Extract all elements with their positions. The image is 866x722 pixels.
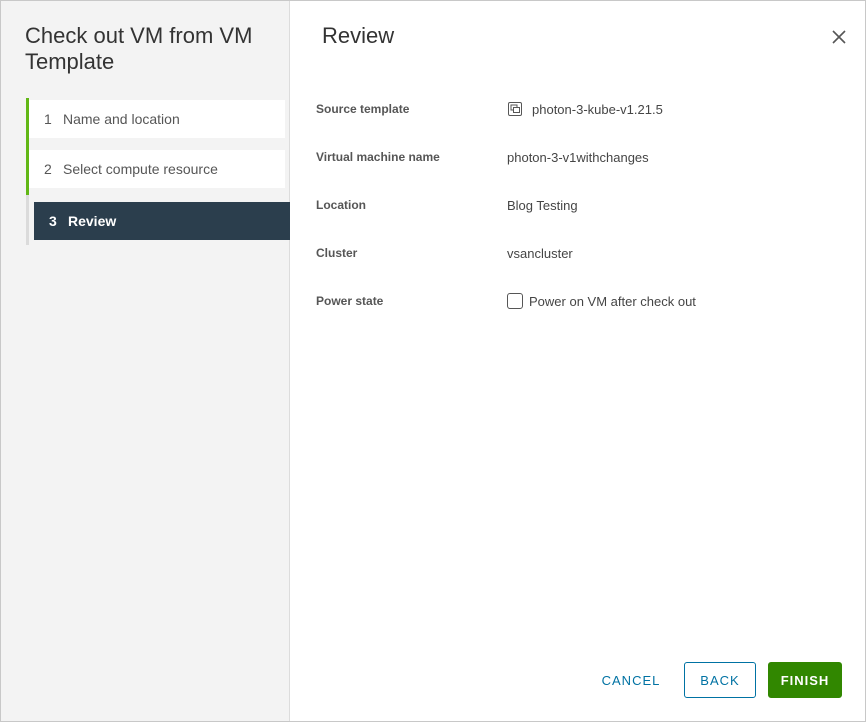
step-label: Name and location [63, 111, 180, 127]
finish-button[interactable]: FINISH [768, 662, 842, 698]
step-label: Select compute resource [63, 161, 218, 177]
close-icon [832, 30, 846, 44]
row-value: photon-3-kube-v1.21.5 [507, 101, 663, 117]
location-value: Blog Testing [507, 197, 578, 213]
power-on-checkbox[interactable] [507, 293, 523, 309]
step-number: 1 [44, 111, 52, 127]
back-button[interactable]: BACK [684, 662, 756, 698]
page-title: Review [322, 23, 395, 48]
vm-template-icon [508, 102, 522, 116]
step-select-compute-resource[interactable]: 2 Select compute resource [29, 150, 285, 188]
row-label: Location [316, 198, 366, 212]
power-on-label[interactable]: Power on VM after check out [529, 294, 696, 309]
step-review-active[interactable]: 3 Review [34, 202, 290, 240]
wizard-title: Check out VM from VM Template [25, 23, 253, 74]
row-virtual-machine-name: Virtual machine name photon-3-v1withchan… [316, 147, 836, 167]
power-on-option[interactable]: Power on VM after check out [507, 293, 696, 309]
row-cluster: Cluster vsancluster [316, 243, 836, 263]
review-panel: Review Source template photon-3-kube-v1.… [290, 1, 865, 721]
vm-name-value: photon-3-v1withchanges [507, 149, 649, 165]
step-label: Review [68, 213, 117, 229]
source-template-value: photon-3-kube-v1.21.5 [532, 101, 663, 117]
checkout-vm-dialog: Check out VM from VM Template 1 Name and… [0, 0, 866, 722]
wizard-sidebar: Check out VM from VM Template 1 Name and… [1, 1, 290, 721]
dialog-footer: CANCEL BACK FINISH [592, 662, 842, 698]
step-name-and-location[interactable]: 1 Name and location [29, 100, 285, 138]
row-location: Location Blog Testing [316, 195, 836, 215]
row-label: Power state [316, 294, 384, 308]
cancel-button[interactable]: CANCEL [592, 662, 670, 698]
cluster-value: vsancluster [507, 245, 573, 261]
row-power-state: Power state Power on VM after check out [316, 291, 836, 311]
row-source-template: Source template photon-3-kube-v1.21.5 [316, 99, 836, 119]
row-label: Cluster [316, 246, 358, 260]
close-button[interactable] [829, 27, 849, 47]
row-label: Source template [316, 102, 410, 116]
step-number: 2 [44, 161, 52, 177]
step-number: 3 [49, 213, 57, 229]
wizard-steps: 1 Name and location 2 Select compute res… [26, 98, 290, 245]
row-label: Virtual machine name [316, 150, 440, 164]
